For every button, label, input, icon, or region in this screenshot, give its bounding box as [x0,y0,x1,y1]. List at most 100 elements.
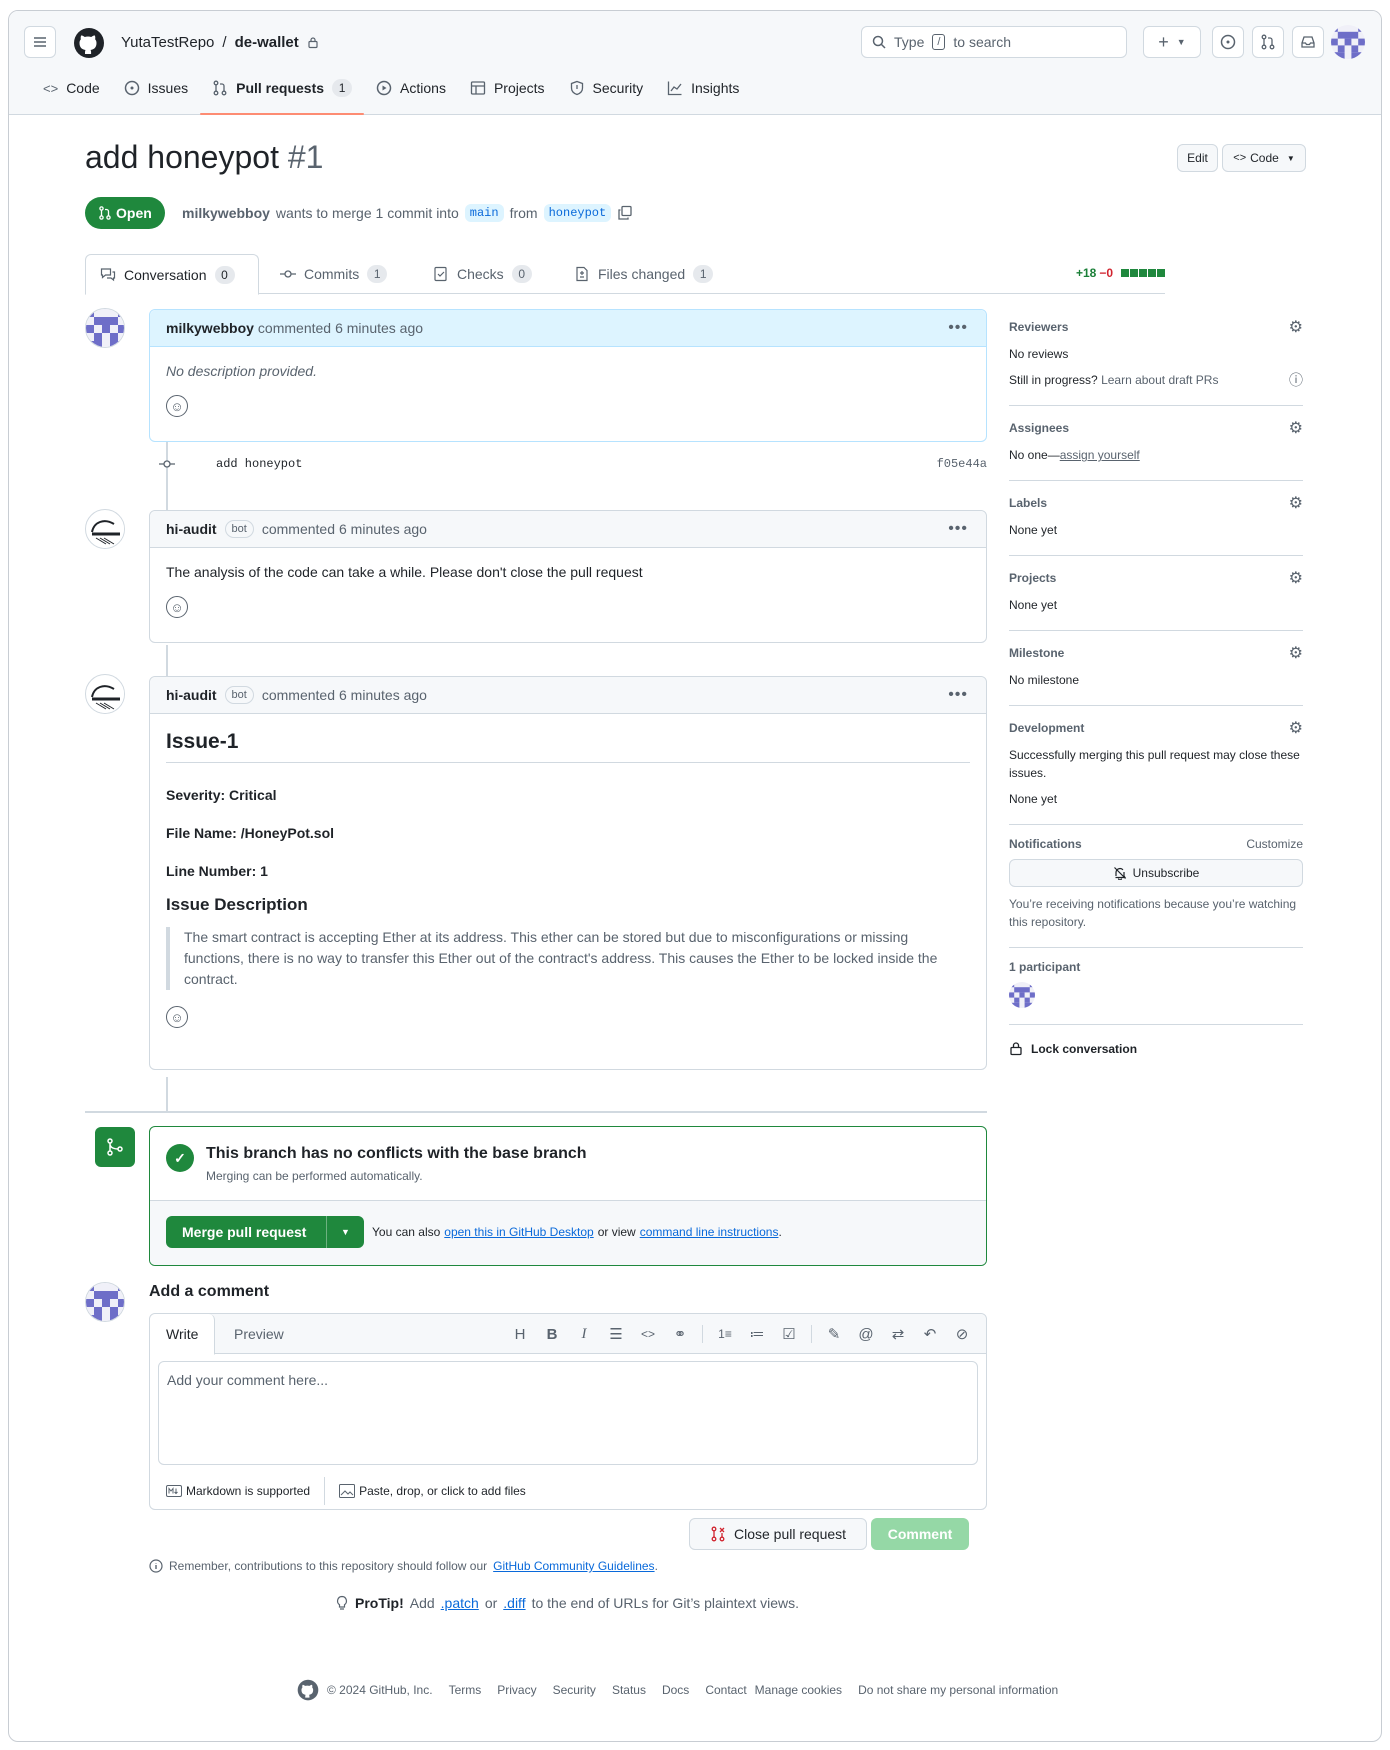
patch-link[interactable]: .patch [441,1595,479,1611]
footer-link-manage-cookies[interactable]: Manage cookies [755,1683,842,1697]
owner-link[interactable]: YutaTestRepo [121,34,214,51]
inbox-button[interactable] [1292,26,1324,58]
github-logo-icon[interactable] [73,27,105,59]
nav-security[interactable]: Security [557,72,656,104]
nav-code[interactable]: <> Code [31,72,112,104]
tab-files-changed[interactable]: Files changed 1 [560,254,727,294]
customize-link[interactable]: Customize [1246,837,1303,851]
mention-icon[interactable]: @ [850,1326,882,1343]
head-branch[interactable]: honeypot [543,204,612,222]
copy-icon[interactable] [617,205,633,221]
merge-pull-request-button[interactable]: Merge pull request ▼ [166,1216,364,1248]
diff-link[interactable]: .diff [503,1595,525,1611]
kebab-menu-icon[interactable]: ••• [948,686,968,704]
milestone-title[interactable]: Milestone [1009,646,1064,660]
development-title[interactable]: Development [1009,721,1084,735]
add-reaction-icon[interactable]: ☺ [166,596,188,618]
quote-icon[interactable]: ☰ [600,1325,632,1343]
footer-link-privacy[interactable]: Privacy [497,1683,536,1697]
menu-button[interactable] [24,26,56,58]
unsubscribe-button[interactable]: Unsubscribe [1009,859,1303,887]
tab-commits[interactable]: Commits 1 [266,254,401,294]
reply-icon[interactable]: ↶ [914,1325,946,1343]
code-dropdown-button[interactable]: <> Code ▼ [1222,144,1306,172]
avatar[interactable] [85,674,125,714]
issues-button[interactable] [1212,26,1244,58]
caret-down-icon[interactable]: ▼ [326,1216,364,1248]
heading-icon[interactable]: H [504,1326,536,1343]
gear-icon[interactable]: ⚙ [1289,317,1303,337]
gear-icon[interactable]: ⚙ [1289,493,1303,513]
comment-textarea[interactable]: Add your comment here... [158,1361,978,1465]
user-avatar[interactable] [1331,25,1365,59]
nav-pull-requests[interactable]: Pull requests 1 [200,72,364,115]
nav-issues[interactable]: Issues [112,72,200,104]
footer-link-do-not-share[interactable]: Do not share my personal information [858,1683,1058,1697]
lock-conversation-button[interactable]: Lock conversation [1009,1025,1303,1056]
nav-actions[interactable]: Actions [364,72,458,104]
cross-reference-icon[interactable]: ⇄ [882,1325,914,1343]
footer-link-docs[interactable]: Docs [662,1683,689,1697]
comment-author[interactable]: hi-audit [166,521,217,537]
info-icon[interactable]: ⓘ [1289,371,1303,389]
avatar[interactable] [85,308,125,348]
footer-link-contact[interactable]: Contact [705,1683,746,1697]
create-new-button[interactable]: + ▼ [1143,26,1201,58]
kebab-menu-icon[interactable]: ••• [948,520,968,538]
author-link[interactable]: milkywebboy [182,205,270,221]
tab-preview[interactable]: Preview [218,1314,300,1354]
participant-avatar[interactable] [1009,982,1035,1008]
edit-button[interactable]: Edit [1177,144,1218,172]
unordered-list-icon[interactable]: ≔ [741,1325,773,1343]
nav-projects[interactable]: Projects [458,72,557,104]
projects-title[interactable]: Projects [1009,571,1056,585]
tab-write[interactable]: Write [150,1314,216,1355]
labels-title[interactable]: Labels [1009,496,1047,510]
comment-button[interactable]: Comment [871,1518,969,1550]
base-branch[interactable]: main [464,204,504,222]
tab-conversation[interactable]: Conversation 0 [85,254,259,295]
add-reaction-icon[interactable]: ☺ [166,395,188,417]
footer-link-security[interactable]: Security [553,1683,596,1697]
code-icon[interactable]: <> [632,1327,664,1341]
github-logo-icon[interactable] [297,1679,319,1701]
assign-yourself-link[interactable]: assign yourself [1060,448,1140,462]
github-desktop-link[interactable]: open this in GitHub Desktop [444,1225,593,1239]
assignees-title[interactable]: Assignees [1009,421,1069,435]
kebab-menu-icon[interactable]: ••• [948,319,968,337]
community-guidelines-link[interactable]: GitHub Community Guidelines [493,1559,654,1573]
comment-author[interactable]: hi-audit [166,687,217,703]
paperclip-icon[interactable]: ✎ [818,1325,850,1343]
comment-time[interactable]: 6 minutes ago [339,521,427,537]
tab-checks[interactable]: Checks 0 [419,254,546,294]
slash-command-icon[interactable]: ⊘ [946,1325,978,1343]
pull-requests-button[interactable] [1252,26,1284,58]
nav-insights[interactable]: Insights [655,72,751,104]
draft-prs-link[interactable]: Learn about draft PRs [1101,373,1218,387]
italic-icon[interactable]: I [568,1326,600,1343]
close-pull-request-button[interactable]: Close pull request [689,1518,867,1550]
commit-message[interactable]: add honeypot [216,457,302,471]
ordered-list-icon[interactable]: 1≡ [709,1327,741,1341]
commit-sha[interactable]: f05e44a [937,457,987,471]
attach-files-button[interactable]: Paste, drop, or click to add files [339,1484,526,1498]
markdown-supported-link[interactable]: Markdown is supported [166,1484,310,1498]
command-line-link[interactable]: command line instructions [640,1225,779,1239]
task-list-icon[interactable]: ☑ [773,1325,805,1343]
footer-link-terms[interactable]: Terms [449,1683,482,1697]
footer-link-status[interactable]: Status [612,1683,646,1697]
gear-icon[interactable]: ⚙ [1289,418,1303,438]
search-input[interactable]: Type / to search [861,26,1127,58]
link-icon[interactable]: ⚭ [664,1325,696,1343]
avatar[interactable] [85,1282,125,1322]
add-reaction-icon[interactable]: ☺ [166,1006,188,1028]
gear-icon[interactable]: ⚙ [1289,643,1303,663]
comment-time[interactable]: 6 minutes ago [335,320,423,336]
gear-icon[interactable]: ⚙ [1289,568,1303,588]
comment-author[interactable]: milkywebboy [166,320,254,336]
bold-icon[interactable]: B [536,1326,568,1343]
comment-time[interactable]: 6 minutes ago [339,687,427,703]
repo-link[interactable]: de-wallet [235,34,299,51]
avatar[interactable] [85,509,125,549]
reviewers-title[interactable]: Reviewers [1009,320,1068,334]
